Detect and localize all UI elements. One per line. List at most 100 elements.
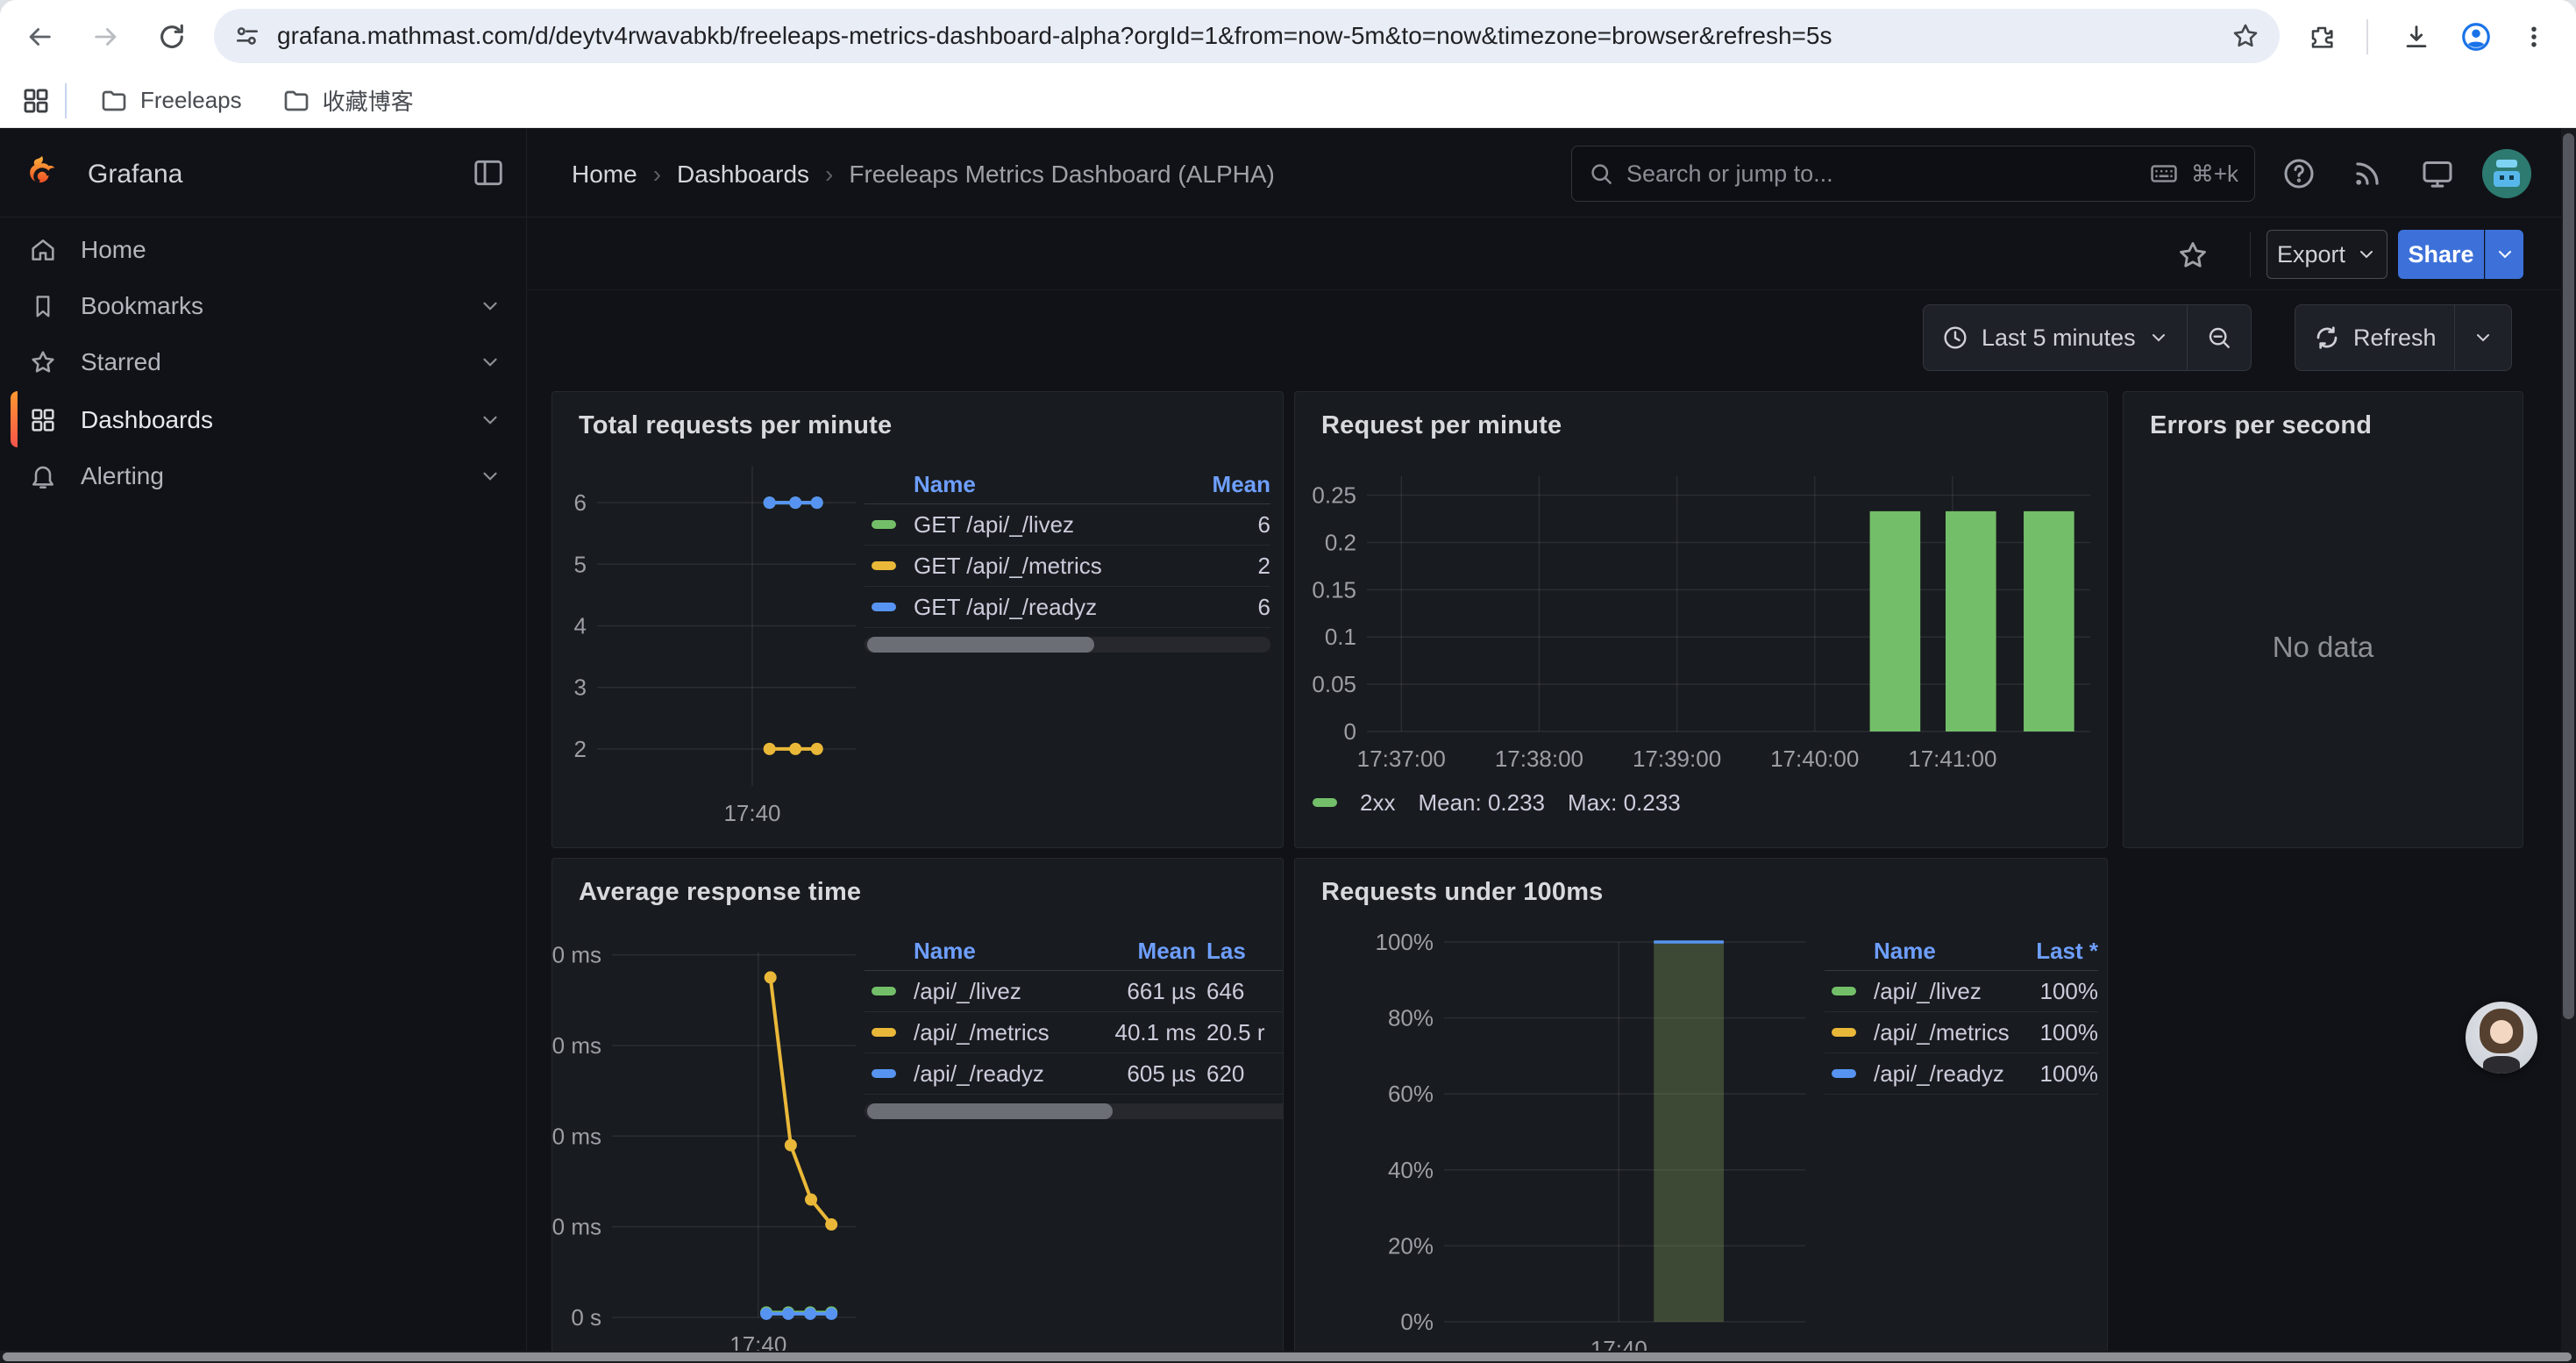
refresh-interval-caret[interactable] — [2455, 305, 2511, 370]
panel-title[interactable]: Request per minute — [1321, 411, 1562, 440]
floating-assistant-avatar[interactable] — [2466, 1002, 2537, 1074]
sidebar-item-dashboards[interactable]: Dashboards — [0, 392, 526, 448]
refresh-control[interactable]: Refresh — [2295, 304, 2512, 371]
legend-row[interactable]: /api/_/metrics 40.1 ms 20.5 r — [865, 1012, 1284, 1053]
download-icon[interactable] — [2392, 12, 2441, 61]
vertical-scrollbar-thumb[interactable] — [2563, 133, 2574, 1019]
legend-scrollbar-thumb[interactable] — [867, 1103, 1113, 1119]
legend-inline[interactable]: 2xx Mean: 0.233 Max: 0.233 — [1313, 785, 1681, 820]
bar-chart[interactable]: 0.250.20.150.10.05017:37:0017:38:0017:39… — [1304, 457, 2101, 795]
bookmarks-bar: Freeleaps 收藏博客 — [0, 74, 2576, 128]
legend-row[interactable]: /api/_/readyz605 µs620 — [865, 1053, 1284, 1095]
legend-header[interactable]: Name Mean Las — [865, 932, 1284, 971]
search-input[interactable]: Search or jump to... ⌘+k — [1571, 146, 2255, 202]
area-chart[interactable]: 100%80%60%40%20%0%17:40 — [1304, 913, 1816, 1360]
menu-kebab-icon[interactable] — [2509, 12, 2558, 61]
refresh-button[interactable]: Refresh — [2295, 305, 2454, 370]
svg-text:0.25: 0.25 — [1312, 482, 1356, 509]
legend-table: Name Mean Las/api/_/livez661 µs646/api/_/m… — [865, 932, 1284, 1119]
bookmark-star-icon[interactable] — [2231, 21, 2260, 51]
rss-icon[interactable] — [2343, 149, 2392, 198]
legend-header[interactable]: Name Mean — [865, 466, 1270, 504]
breadcrumb-dashboards[interactable]: Dashboards — [677, 161, 809, 189]
chevron-down-icon[interactable] — [479, 295, 502, 318]
sidebar-item-bookmarks[interactable]: Bookmarks — [0, 278, 526, 334]
sidebar-item-starred[interactable]: Starred — [0, 334, 526, 390]
svg-text:17:39:00: 17:39:00 — [1633, 746, 1721, 772]
chevron-down-icon[interactable] — [479, 465, 502, 488]
sidebar-toggle-button[interactable] — [472, 156, 505, 189]
apps-grid-icon[interactable] — [21, 86, 51, 116]
series-name: GET /api/_/livez — [914, 511, 1190, 539]
legend-column-header[interactable]: Last * — [2019, 938, 2098, 965]
panel-title[interactable]: Requests under 100ms — [1321, 878, 1604, 907]
toolbar-divider — [2366, 19, 2368, 54]
back-button[interactable] — [15, 12, 64, 61]
timeseries-chart[interactable]: 6543217:40 — [562, 457, 865, 834]
series-swatch — [1832, 1028, 1856, 1037]
legend-scrollbar-thumb[interactable] — [867, 637, 1094, 653]
legend-column-header[interactable]: Las — [1206, 938, 1284, 965]
sidebar-item-alerting[interactable]: Alerting — [0, 448, 526, 504]
grafana-logo[interactable] — [23, 154, 61, 193]
export-button[interactable]: Export — [2266, 230, 2387, 279]
forward-button[interactable] — [82, 12, 131, 61]
avatar-body — [2483, 1056, 2521, 1074]
legend-column-header[interactable]: Name — [1874, 938, 2009, 965]
legend-column-header[interactable]: Mean — [1200, 471, 1270, 498]
svg-text:60 ms: 60 ms — [552, 1032, 601, 1059]
legend-scrollbar[interactable] — [865, 637, 1270, 653]
star-dashboard-button[interactable] — [2176, 239, 2210, 272]
share-label: Share — [2408, 241, 2473, 268]
horizontal-scrollbar-thumb[interactable] — [3, 1352, 2572, 1361]
legend-row[interactable]: /api/_/livez100% — [1825, 971, 2098, 1012]
user-avatar[interactable] — [2482, 149, 2531, 198]
bookmark-folder-blogs[interactable]: 收藏博客 — [268, 77, 428, 124]
legend-row[interactable]: /api/_/livez661 µs646 — [865, 971, 1284, 1012]
series-name: /api/_/livez — [1874, 978, 2009, 1005]
bookmark-folder-freeleaps[interactable]: Freeleaps — [86, 80, 256, 122]
series-name: /api/_/metrics — [914, 1019, 1076, 1046]
chevron-down-icon[interactable] — [479, 351, 502, 374]
profile-icon[interactable] — [2451, 12, 2501, 61]
svg-text:4: 4 — [574, 613, 587, 639]
legend-table: Name Last * /api/_/livez100%/api/_/metrics… — [1825, 932, 2098, 1095]
sidebar-item-home[interactable]: Home — [0, 222, 526, 278]
chevron-down-icon[interactable] — [479, 409, 502, 432]
address-bar[interactable]: grafana.mathmast.com/d/deytv4rwavabkb/fr… — [214, 9, 2280, 63]
reload-button[interactable] — [147, 12, 196, 61]
time-range-picker[interactable]: Last 5 minutes — [1923, 304, 2252, 371]
legend-header[interactable]: Name Last * — [1825, 932, 2098, 971]
legend-column-header[interactable]: Mean — [1086, 938, 1196, 965]
breadcrumb-home[interactable]: Home — [572, 161, 637, 189]
vertical-scrollbar[interactable] — [2561, 128, 2576, 1351]
share-button[interactable]: Share — [2398, 230, 2484, 279]
chevron-down-icon — [2148, 327, 2169, 348]
share-caret-button[interactable] — [2485, 230, 2523, 279]
panel-title[interactable]: Total requests per minute — [579, 411, 892, 440]
help-icon[interactable] — [2274, 149, 2323, 198]
legend-column-header[interactable]: Name — [914, 938, 1076, 965]
extensions-icon[interactable] — [2297, 12, 2346, 61]
legend-row[interactable]: /api/_/metrics100% — [1825, 1012, 2098, 1053]
timeseries-chart[interactable]: 80 ms60 ms40 ms20 ms0 s17:40 — [552, 913, 865, 1360]
legend-row[interactable]: /api/_/readyz100% — [1825, 1053, 2098, 1095]
series-value: 40.1 ms — [1086, 1019, 1196, 1046]
legend-row[interactable]: GET /api/_/metrics2 — [865, 546, 1270, 587]
svg-text:5: 5 — [574, 551, 587, 577]
horizontal-scrollbar[interactable] — [0, 1351, 2576, 1363]
panel-title[interactable]: Average response time — [579, 878, 861, 907]
svg-text:20 ms: 20 ms — [552, 1214, 601, 1240]
legend-column-header[interactable]: Name — [914, 471, 1190, 498]
monitor-icon[interactable] — [2413, 149, 2462, 198]
series-value: 20.5 r — [1206, 1019, 1284, 1046]
legend-scrollbar[interactable] — [865, 1103, 1284, 1119]
site-settings-icon[interactable] — [233, 22, 261, 50]
series-value: 646 — [1206, 978, 1284, 1005]
zoom-out-button[interactable] — [2188, 305, 2251, 370]
folder-icon — [100, 87, 128, 115]
panel-title[interactable]: Errors per second — [2150, 411, 2372, 440]
legend-row[interactable]: GET /api/_/livez6 — [865, 504, 1270, 546]
screen: grafana.mathmast.com/d/deytv4rwavabkb/fr… — [0, 0, 2576, 1363]
legend-row[interactable]: GET /api/_/readyz6 — [865, 587, 1270, 628]
